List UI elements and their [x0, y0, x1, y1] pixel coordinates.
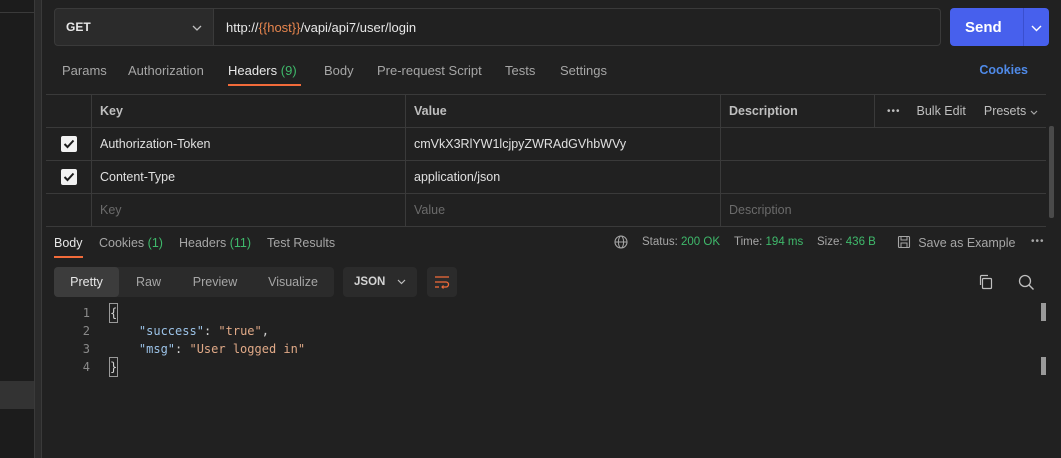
header-value-cell[interactable]: application/json — [405, 161, 720, 193]
code-text: { — [108, 303, 119, 323]
new-description-input[interactable]: Description — [720, 194, 874, 226]
copy-icon[interactable] — [976, 272, 996, 292]
line-number: 1 — [82, 306, 90, 320]
column-value: Value — [405, 95, 720, 127]
format-select[interactable]: JSON — [343, 267, 417, 297]
new-value-input[interactable]: Value — [405, 194, 720, 226]
save-icon — [897, 235, 911, 249]
send-options-chevron-icon[interactable] — [1024, 19, 1049, 36]
bulk-edit-button[interactable]: Bulk Edit — [917, 104, 966, 118]
new-key-input[interactable]: Key — [91, 194, 405, 226]
header-description-cell[interactable] — [720, 128, 874, 160]
response-more-icon[interactable]: ••• — [1031, 236, 1045, 247]
check-icon — [63, 172, 74, 182]
row-checkbox[interactable] — [60, 136, 77, 152]
response-size[interactable]: Size: 436 B — [817, 236, 876, 248]
sidebar-resize-handle[interactable] — [34, 0, 42, 458]
url-input[interactable]: http://{{host}}/vapi/api7/user/login — [214, 8, 941, 46]
view-raw[interactable]: Raw — [119, 267, 178, 297]
code-text: "msg": "User logged in" — [138, 342, 306, 356]
line-number: 2 — [82, 324, 90, 338]
active-response-tab-indicator — [54, 256, 83, 258]
headers-table: Key Value Description ••• Bulk Edit Pres… — [46, 94, 1046, 227]
sidebar-selected-item[interactable] — [0, 381, 34, 409]
code-text: } — [108, 357, 119, 377]
method-label: GET — [66, 20, 91, 34]
response-tab-cookies[interactable]: Cookies (1) — [99, 236, 163, 250]
tab-tests[interactable]: Tests — [505, 63, 535, 78]
editor-scrollbar-top[interactable] — [1041, 303, 1046, 321]
tab-settings[interactable]: Settings — [560, 63, 607, 78]
table-row: Content-Type application/json — [46, 161, 1046, 194]
tab-authorization[interactable]: Authorization — [128, 63, 204, 78]
view-mode-switch: Pretty Raw Preview Visualize — [54, 267, 334, 297]
response-body-editor[interactable]: 1 { 2 "success": "true", 3 "msg": "User … — [46, 303, 1046, 377]
view-visualize[interactable]: Visualize — [252, 267, 334, 297]
column-description: Description — [720, 95, 874, 127]
line-number: 4 — [82, 360, 90, 374]
table-scrollbar[interactable] — [1049, 126, 1054, 218]
view-pretty[interactable]: Pretty — [54, 267, 119, 297]
send-button[interactable]: Send — [950, 8, 1049, 46]
code-line: 1 { — [46, 303, 1046, 323]
presets-button[interactable]: Presets — [984, 104, 1038, 118]
header-description-cell[interactable] — [720, 161, 874, 193]
wrap-lines-button[interactable] — [427, 267, 457, 297]
response-tabs: Body Cookies (1) Headers (11) Test Resul… — [46, 228, 1061, 260]
collections-sidebar — [0, 0, 34, 458]
response-status[interactable]: Status: 200 OK — [642, 236, 720, 248]
search-icon[interactable] — [1016, 272, 1036, 292]
chevron-down-icon — [192, 20, 202, 34]
row-check-cell — [46, 194, 91, 226]
response-tab-headers[interactable]: Headers (11) — [179, 236, 251, 250]
view-preview[interactable]: Preview — [178, 267, 252, 297]
active-tab-indicator — [228, 84, 301, 86]
tab-body[interactable]: Body — [324, 63, 354, 78]
code-line: 3 "msg": "User logged in" — [46, 340, 1046, 358]
code-text: "success": "true", — [138, 324, 269, 338]
more-icon[interactable]: ••• — [887, 106, 901, 117]
url-path: /vapi/api7/user/login — [300, 19, 417, 35]
column-key: Key — [91, 95, 405, 127]
table-actions: ••• Bulk Edit Presets — [874, 95, 1046, 127]
response-time[interactable]: Time: 194 ms — [734, 236, 803, 248]
save-as-example-button[interactable]: Save as Example — [897, 235, 1015, 250]
check-icon — [63, 139, 74, 149]
sidebar-divider — [0, 12, 34, 13]
editor-scrollbar-marker[interactable] — [1041, 357, 1046, 375]
row-check-cell — [46, 128, 91, 160]
row-checkbox[interactable] — [60, 169, 77, 185]
method-select[interactable]: GET — [54, 8, 214, 46]
response-tab-body[interactable]: Body — [54, 236, 83, 250]
request-tabs: Params Authorization Headers (9) Body Pr… — [46, 56, 1051, 88]
table-header-row: Key Value Description ••• Bulk Edit Pres… — [46, 95, 1046, 128]
row-check-cell — [46, 161, 91, 193]
line-number: 3 — [82, 342, 90, 356]
code-line: 4 } — [46, 357, 1046, 377]
chevron-down-icon — [397, 276, 406, 288]
url-variable: {{host}} — [258, 19, 301, 35]
table-row-new: Key Value Description — [46, 194, 1046, 227]
response-tab-test-results[interactable]: Test Results — [267, 236, 335, 250]
tab-headers[interactable]: Headers (9) — [228, 63, 297, 78]
url-prefix: http:// — [226, 19, 259, 35]
tab-params[interactable]: Params — [62, 63, 107, 78]
headers-rows: Authorization-Token cmVkX3RlYW1lcjpyZWRA… — [46, 128, 1046, 227]
code-line: 2 "success": "true", — [46, 322, 1046, 340]
request-workspace: GET http://{{host}}/vapi/api7/user/login… — [46, 0, 1061, 458]
header-key-cell[interactable]: Content-Type — [91, 161, 405, 193]
send-label: Send — [965, 18, 1002, 36]
wrap-lines-icon — [435, 276, 450, 289]
globe-icon[interactable] — [614, 235, 628, 252]
header-check-col — [46, 95, 91, 127]
chevron-down-icon — [1030, 110, 1038, 115]
table-row: Authorization-Token cmVkX3RlYW1lcjpyZWRA… — [46, 128, 1046, 161]
format-label: JSON — [354, 276, 386, 288]
header-key-cell[interactable]: Authorization-Token — [91, 128, 405, 160]
header-value-cell[interactable]: cmVkX3RlYW1lcjpyZWRAdGVhbWVy — [405, 128, 720, 160]
cookies-link[interactable]: Cookies — [979, 63, 1028, 77]
tab-pre-request-script[interactable]: Pre-request Script — [377, 63, 482, 78]
